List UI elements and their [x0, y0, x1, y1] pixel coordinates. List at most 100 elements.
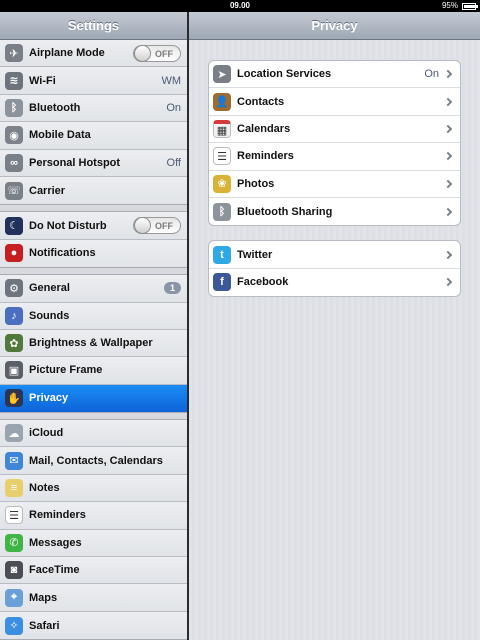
airplane-icon: ✈ [5, 44, 23, 63]
flower-icon: ✿ [5, 334, 23, 353]
status-time: 09.00 [229, 1, 251, 10]
sidebar-item-label: Maps [29, 591, 58, 604]
sidebar-item-value: On [166, 101, 181, 114]
privacy-item-label: Photos [237, 177, 275, 190]
sidebar-item-facetime[interactable]: ◙ FaceTime [0, 557, 187, 585]
sidebar-item-label: Notifications [29, 247, 96, 260]
privacy-item-value: On [424, 68, 439, 81]
sidebar-item-airplane-mode[interactable]: ✈ Airplane Mode OFF [0, 40, 187, 68]
gear-icon: ⚙ [5, 279, 23, 298]
sidebar-item-label: Safari [29, 619, 60, 632]
sidebar-item-label: Sounds [29, 309, 70, 322]
notifications-icon: ● [5, 244, 23, 263]
privacy-item-photos[interactable]: ❀ Photos [209, 171, 460, 198]
sidebar-item-label: Bluetooth [29, 101, 81, 114]
sidebar-item-notes[interactable]: ≡ Notes [0, 474, 187, 503]
sidebar-item-label: Privacy [29, 392, 69, 405]
sidebar-item-picture-frame[interactable]: ▣ Picture Frame [0, 357, 187, 385]
sidebar-item-notifications[interactable]: ● Notifications [0, 239, 187, 268]
privacy-item-facebook[interactable]: f Facebook [209, 269, 460, 296]
chevron-right-icon [443, 152, 453, 161]
chevron-right-icon [443, 250, 453, 259]
sidebar-item-value: Off [166, 156, 181, 169]
sunflower-icon: ❀ [213, 174, 231, 193]
moon-icon: ☾ [5, 216, 23, 235]
contacts-book-icon: 👤 [213, 92, 231, 111]
privacy-item-contacts[interactable]: 👤 Contacts [209, 88, 460, 116]
sidebar-item-icloud[interactable]: ☁ iCloud [0, 420, 187, 448]
sidebar-item-label: iCloud [29, 427, 64, 440]
mail-icon: ✉ [5, 451, 23, 470]
sidebar-item-mail-contacts-calendars[interactable]: ✉ Mail, Contacts, Calendars [0, 447, 187, 475]
sidebar-title: Settings [0, 12, 187, 40]
privacy-item-twitter[interactable]: t Twitter [209, 241, 460, 269]
battery-icon [462, 3, 478, 10]
sidebar-item-label: Airplane Mode [29, 47, 105, 60]
sidebar-item-label: Mail, Contacts, Calendars [29, 454, 163, 467]
sidebar-item-carrier[interactable]: ☏ Carrier [0, 176, 187, 205]
wifi-icon: ≋ [5, 71, 23, 90]
sidebar-item-personal-hotspot[interactable]: ∞ Personal Hotspot Off [0, 149, 187, 177]
cloud-icon: ☁ [5, 424, 23, 443]
chevron-right-icon [443, 278, 453, 287]
facebook-icon: f [213, 273, 231, 292]
chevron-right-icon [443, 69, 453, 79]
toggle-knob [134, 44, 151, 62]
battery-percent: 95% [441, 1, 458, 10]
sidebar-item-label: Reminders [29, 509, 86, 522]
settings-group: ⚙ General 1 ♪ Sounds ✿ Brightness & Wallpaper ▣… [0, 274, 187, 414]
sidebar-item-maps[interactable]: ⌖ Maps [0, 584, 187, 612]
bluetooth-icon: ᛒ [213, 202, 231, 221]
sidebar-item-label: Do Not Disturb [29, 219, 107, 232]
privacy-item-calendars[interactable]: ▦ Calendars [209, 116, 460, 144]
privacy-item-label: Calendars [237, 122, 291, 135]
sidebar-item-label: General [29, 282, 70, 295]
settings-group: ☁ iCloud ✉ Mail, Contacts, Calendars ≡ Notes ☰… [0, 419, 187, 640]
sidebar-item-messages[interactable]: ✆ Messages [0, 529, 187, 558]
sidebar-item-bluetooth[interactable]: ᛒ Bluetooth On [0, 94, 187, 123]
location-arrow-icon: ➤ [213, 65, 231, 84]
do-not-disturb-toggle[interactable]: OFF [133, 217, 181, 235]
twitter-bird-icon: t [213, 245, 231, 264]
hotspot-icon: ∞ [5, 153, 23, 172]
facetime-icon: ◙ [5, 561, 23, 580]
panel-title: Privacy [189, 12, 480, 40]
calendar-icon: ▦ [213, 119, 231, 138]
hand-icon: ✋ [5, 389, 23, 408]
settings-group: ☾ Do Not Disturb OFF ● Notifications [0, 211, 187, 269]
chevron-right-icon [443, 97, 453, 106]
privacy-item-label: Twitter [237, 248, 273, 261]
sidebar-item-safari[interactable]: ✧ Safari [0, 611, 187, 640]
maps-icon: ⌖ [5, 588, 23, 607]
privacy-group: t Twitter f Facebook [208, 240, 461, 298]
sidebar-item-label: Notes [29, 482, 60, 495]
sidebar-item-mobile-data[interactable]: ◉ Mobile Data [0, 122, 187, 150]
sidebar-item-value: WM [161, 74, 181, 87]
chevron-right-icon [443, 179, 453, 188]
sidebar-item-do-not-disturb[interactable]: ☾ Do Not Disturb OFF [0, 212, 187, 240]
sidebar-item-label: Picture Frame [29, 364, 103, 377]
sidebar-item-sounds[interactable]: ♪ Sounds [0, 302, 187, 330]
privacy-item-label: Reminders [237, 150, 294, 163]
settings-group: ✈ Airplane Mode OFF ≋ Wi-Fi WM ᛒ Bluetooth On ◉ Mo… [0, 40, 187, 206]
privacy-item-bluetooth-sharing[interactable]: ᛒ Bluetooth Sharing [209, 198, 460, 225]
sidebar-item-general[interactable]: ⚙ General 1 [0, 275, 187, 303]
sidebar-item-label: Brightness & Wallpaper [29, 337, 153, 350]
status-bar: 09.00 95% [0, 0, 480, 12]
speaker-icon: ♪ [5, 306, 23, 325]
privacy-item-location-services[interactable]: ➤ Location Services On [209, 61, 460, 89]
sidebar-item-privacy[interactable]: ✋ Privacy [0, 384, 187, 413]
privacy-item-label: Contacts [237, 95, 285, 108]
sidebar-item-reminders[interactable]: ☰ Reminders [0, 502, 187, 530]
privacy-group: ➤ Location Services On 👤 Contacts ▦ Calendars ☰… [208, 60, 461, 227]
picture-frame-icon: ▣ [5, 361, 23, 380]
sidebar-item-label: Personal Hotspot [29, 156, 121, 169]
airplane-mode-toggle[interactable]: OFF [133, 44, 181, 62]
reminders-icon: ☰ [5, 506, 23, 525]
sidebar-item-label: Carrier [29, 184, 66, 197]
sidebar-item-brightness-wallpaper[interactable]: ✿ Brightness & Wallpaper [0, 329, 187, 358]
chevron-right-icon [443, 124, 453, 134]
sidebar-item-wi-fi[interactable]: ≋ Wi-Fi WM [0, 67, 187, 95]
privacy-panel: Privacy ➤ Location Services On 👤 Contacts ▦ Ca… [189, 12, 480, 640]
privacy-item-reminders[interactable]: ☰ Reminders [209, 143, 460, 171]
